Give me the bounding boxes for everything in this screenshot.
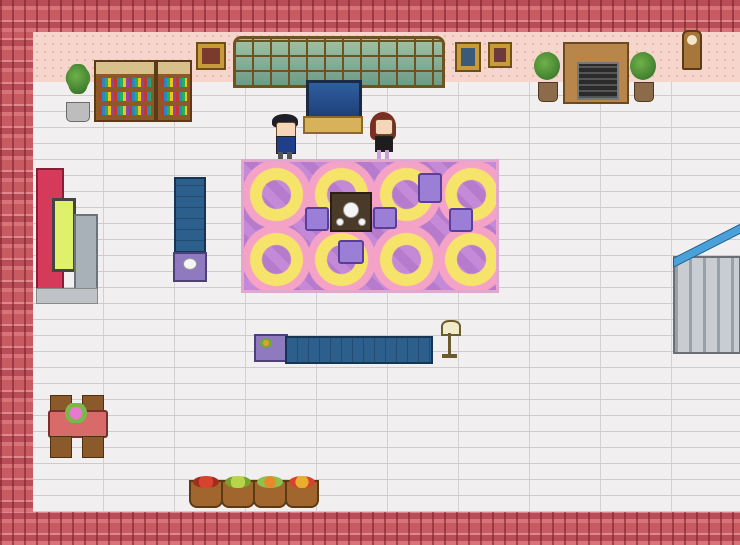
flower-vase (64, 403, 88, 423)
cushion (305, 207, 329, 231)
fruit-basket[interactable] (253, 476, 287, 508)
tv-stand (74, 214, 98, 294)
floor-lamp[interactable] (438, 320, 462, 360)
player-character[interactable] (271, 114, 299, 162)
fruit-basket[interactable] (221, 476, 255, 508)
wall-clock[interactable] (682, 30, 702, 70)
teapot (343, 202, 359, 218)
picture-frame (196, 42, 226, 70)
potted-palm (60, 58, 96, 122)
bookshelf-left (94, 60, 156, 122)
roof-bottom (0, 512, 740, 545)
potted-tree (630, 52, 656, 102)
game-scene (0, 0, 740, 545)
fireplace[interactable] (563, 42, 629, 104)
fruit-basket[interactable] (285, 476, 319, 508)
long-sofa[interactable] (285, 336, 433, 364)
coffee-table[interactable] (330, 192, 372, 232)
fruit-basket[interactable] (189, 476, 223, 508)
armchair[interactable] (174, 177, 206, 253)
side-table (254, 334, 288, 362)
npc-character[interactable] (370, 112, 396, 160)
picture-frame (455, 42, 481, 72)
aquarium[interactable] (306, 80, 362, 120)
roof-top (0, 0, 740, 32)
roof-left (0, 32, 33, 512)
chair (82, 436, 104, 458)
aquarium-stand (303, 116, 363, 134)
cushion (418, 173, 442, 203)
potted-tree (534, 52, 560, 102)
teacup (358, 218, 366, 226)
cushion (449, 208, 473, 232)
cushion (338, 240, 364, 264)
picture-frame (488, 42, 512, 68)
staircase[interactable] (673, 256, 740, 354)
cushion (373, 207, 397, 229)
side-table (173, 252, 207, 282)
tv-base (36, 288, 98, 304)
chair (50, 436, 72, 458)
tv-screen (52, 198, 76, 272)
teacup (336, 218, 344, 226)
bookshelf-right (156, 60, 192, 122)
